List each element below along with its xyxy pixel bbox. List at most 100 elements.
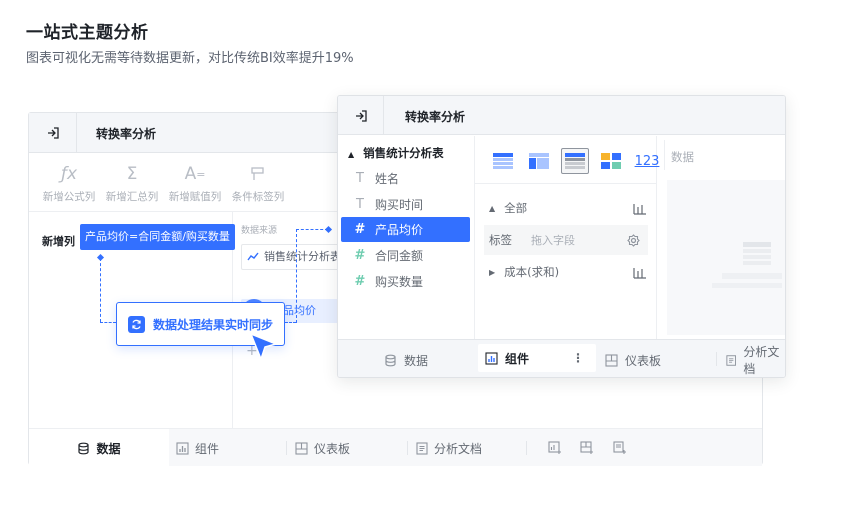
cursor-pointer-icon (250, 333, 277, 360)
front-window: 转换率分析 ▲ 销售统计分析表 T 姓名 T 购买时间 # 产品均价 # 合同金… (337, 95, 786, 378)
tab-label: 仪表板 (625, 353, 662, 368)
table-name-label: 销售统计分析表 (363, 146, 444, 160)
number-type-icon: # (354, 274, 366, 289)
field-label: 合同金额 (375, 249, 424, 263)
tab-data[interactable]: 数据 (29, 429, 169, 467)
config-cost-label: 成本(求和) (504, 265, 560, 279)
tool-label: 新增汇总列 (105, 191, 159, 203)
bar-measure-icon (633, 267, 646, 279)
number-card-icon: 123 (634, 153, 660, 169)
line-chart-icon (247, 252, 259, 261)
sync-icon (128, 315, 145, 333)
dashboard-icon (605, 353, 618, 367)
tag-label: 标签 (489, 233, 512, 247)
document-icon (726, 354, 737, 366)
tab-components[interactable]: 组件 (176, 429, 219, 467)
connector-line (296, 229, 297, 323)
tab-label: 数据 (404, 353, 429, 368)
tab-label: 仪表板 (314, 441, 351, 456)
collapse-caret-icon: ▲ (348, 150, 355, 159)
tool-label: 条件标签列 (231, 191, 285, 203)
tab-divider (526, 441, 527, 455)
add-document-button[interactable] (613, 429, 628, 467)
add-component-button[interactable] (548, 429, 563, 467)
grouped-table-type-button[interactable] (561, 148, 589, 174)
source-label: 数据来源 (241, 226, 278, 236)
add-formula-column-button[interactable]: ƒx 新增公式列 (37, 163, 101, 204)
table-name[interactable]: ▲ 销售统计分析表 (348, 145, 444, 161)
tab-divider (407, 441, 408, 455)
add-summary-column-button[interactable]: Σ 新增汇总列 (100, 163, 164, 204)
tab-analysis-doc[interactable]: 分析文档 (416, 429, 482, 467)
chart-canvas: 数据 (657, 136, 785, 339)
bar-measure-icon (633, 203, 646, 215)
field-item-purchase-quantity[interactable]: # 购买数量 (341, 269, 470, 294)
heatmap-icon (601, 153, 621, 169)
database-icon (78, 442, 90, 454)
detail-table-type-button[interactable] (489, 148, 517, 174)
sigma-icon: Σ (126, 164, 138, 184)
front-window-header: 转换率分析 (338, 96, 785, 135)
text-type-icon: T (356, 171, 364, 186)
add-dashboard-button[interactable] (580, 429, 595, 467)
tab-components[interactable]: 组件 ⋮ (478, 344, 596, 372)
table-preview-icon (712, 242, 782, 288)
number-type-icon: # (354, 248, 366, 263)
canvas-label: 数据 (671, 150, 694, 164)
database-icon (385, 354, 396, 366)
connector-line (100, 322, 116, 323)
config-row-all[interactable]: ▲ 全部 (489, 194, 647, 222)
exit-icon (355, 109, 367, 122)
tag-drop-zone[interactable]: 标签 拖入字段 (484, 225, 648, 255)
new-column-label: 新增列 (42, 235, 75, 248)
more-options-icon[interactable]: ⋮ (572, 351, 584, 365)
tab-dashboard[interactable]: 仪表板 (605, 340, 662, 377)
cross-table-icon (529, 153, 549, 169)
field-label: 购买时间 (375, 198, 424, 212)
heatmap-type-button[interactable] (597, 148, 625, 174)
tool-label: 新增赋值列 (168, 191, 222, 203)
gear-icon[interactable] (627, 233, 640, 247)
connector-line (296, 229, 328, 230)
component-icon (176, 441, 189, 455)
formula-chip[interactable]: 产品均价=合同金额/购买数量 (80, 224, 235, 250)
field-label: 购买数量 (375, 275, 424, 289)
field-label: 产品均价 (375, 223, 424, 237)
tab-label: 组件 (505, 351, 530, 366)
text-type-icon: T (356, 197, 364, 212)
cross-table-type-button[interactable] (525, 148, 553, 174)
hero-subtitle: 图表可视化无需等待数据更新，对比传统BI效率提升19% (26, 51, 354, 66)
field-item-contract-amount[interactable]: # 合同金额 (341, 243, 470, 268)
tab-divider (286, 441, 287, 455)
back-window-title: 转换率分析 (96, 127, 157, 141)
condition-tag-column-button[interactable]: 条件标签列 (226, 163, 290, 204)
tool-label: 新增公式列 (42, 191, 96, 203)
field-label: 姓名 (375, 172, 400, 186)
collapsed-caret-icon: ▶ (489, 267, 496, 277)
field-list-pane: ▲ 销售统计分析表 T 姓名 T 购买时间 # 产品均价 # 合同金额 # 购买… (338, 136, 475, 339)
assign-icon: A = (184, 164, 206, 184)
exit-button[interactable] (338, 96, 384, 135)
tab-data[interactable]: 数据 (384, 340, 429, 377)
tab-dashboard[interactable]: 仪表板 (295, 429, 350, 467)
field-item-product-price[interactable]: # 产品均价 (341, 217, 470, 242)
tag-placeholder: 拖入字段 (531, 234, 575, 247)
add-assign-column-button[interactable]: A = 新增赋值列 (163, 163, 227, 204)
field-item-purchase-time[interactable]: T 购买时间 (341, 192, 470, 217)
number-type-icon: # (354, 222, 366, 237)
connector-line (285, 322, 296, 323)
expand-caret-icon: ▲ (489, 203, 496, 213)
back-footer-tabs: 数据 组件 仪表板 分析文档 (29, 428, 762, 467)
config-all-label: 全部 (504, 201, 528, 215)
config-row-cost[interactable]: ▶ 成本(求和) (489, 258, 647, 286)
exit-button[interactable] (29, 113, 77, 153)
tab-analysis-doc[interactable]: 分析文档 (726, 340, 785, 377)
grouped-table-icon (565, 153, 585, 169)
dashboard-icon (295, 441, 308, 455)
fx-icon: ƒx (60, 164, 78, 184)
detail-table-icon (493, 153, 513, 169)
front-footer-tabs: 数据 组件 ⋮ 仪表板 分析文档 (338, 339, 785, 377)
field-item-name[interactable]: T 姓名 (341, 166, 470, 191)
canvas-preview-area[interactable] (667, 180, 785, 335)
source-table-name: 销售统计分析表 (264, 250, 341, 263)
